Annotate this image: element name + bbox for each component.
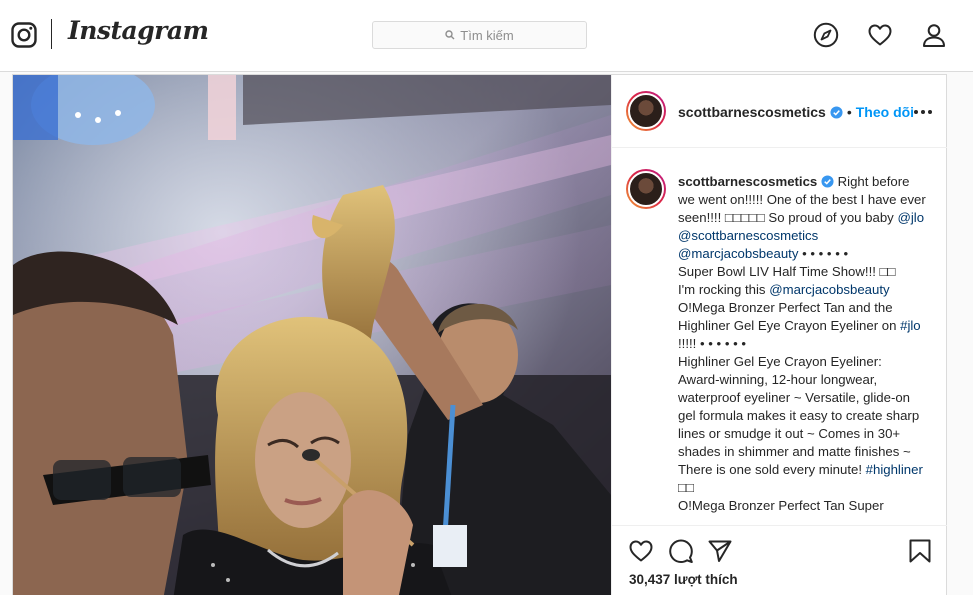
caption-dots-1: • • • • • •: [798, 246, 849, 261]
paper-plane-icon[interactable]: [707, 538, 733, 564]
mention-marcjacobsbeauty[interactable]: @marcjacobsbeauty: [678, 246, 798, 261]
post-photo[interactable]: [13, 75, 611, 595]
search-placeholder: Tìm kiếm: [460, 27, 514, 43]
hashtag-highliner[interactable]: #highliner: [866, 462, 923, 477]
caption-text: scottbarnescosmetics Right before we wen…: [678, 173, 926, 515]
mention-marcjacobsbeauty-2[interactable]: @marcjacobsbeauty: [769, 282, 889, 297]
caption-line-superbowl: Super Bowl LIV Half Time Show!!! □□: [678, 264, 896, 279]
post-header-row: scottbarnescosmetics • Theo dõi: [678, 104, 914, 120]
more-options-icon[interactable]: [913, 109, 933, 115]
top-navigation-bar: Instagram Tìm kiếm: [0, 0, 973, 72]
compass-icon[interactable]: [813, 22, 839, 48]
post-actions: 30,437 lượt thích: [612, 525, 947, 595]
verified-badge-icon: [830, 105, 843, 119]
post-sidebar: scottbarnescosmetics • Theo dõi scottbar…: [611, 75, 947, 595]
instagram-glyph-icon[interactable]: [11, 22, 37, 48]
caption-line-6: □□: [678, 480, 694, 495]
post-card: scottbarnescosmetics • Theo dõi scottbar…: [12, 74, 947, 595]
caption-body-3: I'm rocking this: [678, 282, 770, 297]
post-photo-illustration: [13, 75, 611, 595]
bookmark-icon[interactable]: [907, 538, 933, 564]
caption-username[interactable]: scottbarnescosmetics: [678, 174, 817, 189]
avatar[interactable]: [626, 91, 666, 131]
instagram-wordmark[interactable]: Instagram: [68, 16, 209, 45]
caption-body-4: O!Mega Bronzer Perfect Tan and the Highl…: [678, 300, 901, 333]
verified-badge-icon: [821, 175, 834, 188]
mention-jlo[interactable]: @jlo: [897, 210, 924, 225]
caption-line-7: O!Mega Bronzer Perfect Tan Super: [678, 498, 884, 513]
likes-count[interactable]: 30,437 lượt thích: [629, 572, 738, 587]
comment-icon[interactable]: [668, 538, 694, 564]
caption-body-5: Highliner Gel Eye Crayon Eyeliner: Award…: [678, 354, 920, 477]
heart-outline-icon[interactable]: [628, 538, 654, 564]
follow-button[interactable]: Theo dõi: [856, 104, 914, 120]
hashtag-jlo[interactable]: #jlo: [900, 318, 921, 333]
logo-divider: [51, 19, 52, 49]
mention-scottbarnescosmetics[interactable]: @scottbarnescosmetics: [678, 228, 818, 243]
user-icon[interactable]: [921, 22, 947, 48]
heart-icon[interactable]: [867, 22, 893, 48]
post-header: scottbarnescosmetics • Theo dõi: [612, 75, 947, 148]
caption-avatar[interactable]: [626, 169, 666, 209]
username-link[interactable]: scottbarnescosmetics: [678, 104, 826, 120]
caption-dots-2: !!!!! • • • • • •: [678, 336, 747, 351]
search-icon: [445, 30, 455, 40]
separator-dot: •: [846, 104, 852, 120]
caption-area: scottbarnescosmetics Right before we wen…: [612, 149, 947, 525]
search-input[interactable]: Tìm kiếm: [372, 21, 587, 49]
